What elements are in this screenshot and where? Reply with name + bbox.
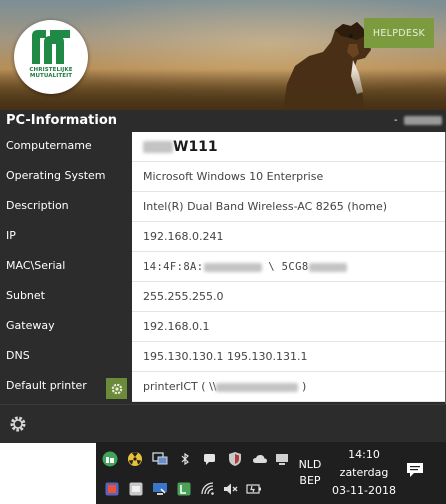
serial-prefix: \ 5CG8 xyxy=(261,261,309,273)
value-ip[interactable]: 192.168.0.241 xyxy=(132,222,445,252)
user-prefix: - xyxy=(394,115,398,126)
network-tray-icon[interactable] xyxy=(274,451,290,467)
label-gateway: Gateway xyxy=(0,312,132,342)
radiation-tray-icon[interactable] xyxy=(127,451,143,467)
action-center-button[interactable] xyxy=(406,462,424,482)
input-language[interactable]: NLD BEP xyxy=(295,457,325,489)
banner: CHRISTELIJKE MUTUALITEIT HELPDESK xyxy=(0,0,446,110)
value-description[interactable]: Intel(R) Dual Band Wireless-AC 8265 (hom… xyxy=(132,192,445,222)
pc-information-window: CHRISTELIJKE MUTUALITEIT HELPDESK PC-Inf… xyxy=(0,0,446,443)
row-description: Description Intel(R) Dual Band Wireless-… xyxy=(0,192,446,222)
notification-icon xyxy=(407,463,423,477)
printer-suffix: ) xyxy=(298,380,307,393)
cm-app-tray-icon[interactable] xyxy=(102,451,118,467)
row-mac-serial: MAC\Serial 14:4F:8A: \ 5CG8 xyxy=(0,252,446,282)
row-operating-system: Operating System Microsoft Windows 10 En… xyxy=(0,162,446,192)
value-gateway[interactable]: 192.168.0.1 xyxy=(132,312,445,342)
language-code: NLD xyxy=(298,458,322,471)
value-subnet[interactable]: 255.255.255.0 xyxy=(132,282,445,312)
cloud-tray-icon[interactable] xyxy=(252,451,268,467)
value-computername[interactable]: W111 xyxy=(132,132,445,162)
bluetooth-tray-icon[interactable] xyxy=(177,451,193,467)
row-gateway: Gateway 192.168.0.1 xyxy=(0,312,446,342)
value-mac-serial[interactable]: 14:4F:8A: \ 5CG8 xyxy=(132,252,445,282)
info-table: Computername W111 Operating System Micro… xyxy=(0,132,446,402)
display-tray-icon[interactable] xyxy=(152,481,168,497)
label-description: Description xyxy=(0,192,132,222)
label-dns: DNS xyxy=(0,342,132,372)
shield-tray-icon[interactable] xyxy=(227,451,243,467)
taskbar-clock[interactable]: 14:10 zaterdag 03-11-2018 xyxy=(330,446,398,500)
volume-muted-icon[interactable] xyxy=(222,481,238,497)
info-header: PC-Information - xyxy=(0,110,446,132)
battery-charging-icon[interactable] xyxy=(246,481,262,497)
computername-suffix: W111 xyxy=(173,139,218,155)
app-tray-icon-2[interactable] xyxy=(128,481,144,497)
mac-prefix: 14:4F:8A: xyxy=(143,261,204,273)
label-computername: Computername xyxy=(0,132,132,162)
row-ip: IP 192.168.0.241 xyxy=(0,222,446,252)
redacted-printer-path xyxy=(216,382,299,392)
user-label: - xyxy=(394,115,442,126)
gear-icon xyxy=(111,383,122,394)
taskbar: NLD BEP 14:10 zaterdag 03-11-2018 xyxy=(96,442,446,504)
chat-tray-icon[interactable] xyxy=(202,451,218,467)
value-operating-system[interactable]: Microsoft Windows 10 Enterprise xyxy=(132,162,445,192)
printer-settings-button[interactable] xyxy=(106,378,127,399)
clock-date: 03-11-2018 xyxy=(332,484,396,497)
label-ip: IP xyxy=(0,222,132,252)
label-operating-system: Operating System xyxy=(0,162,132,192)
row-dns: DNS 195.130.130.1 195.130.131.1 xyxy=(0,342,446,372)
label-subnet: Subnet xyxy=(0,282,132,312)
row-default-printer: Default printer printerICT ( \\ ) xyxy=(0,372,446,402)
redacted-username xyxy=(403,115,442,125)
settings-gear-icon[interactable] xyxy=(8,414,28,434)
helpdesk-button[interactable]: HELPDESK xyxy=(364,18,434,48)
wifi-tray-icon[interactable] xyxy=(200,481,216,497)
remote-desktop-tray-icon[interactable] xyxy=(152,451,168,467)
clock-time: 14:10 xyxy=(348,448,380,461)
clock-day: zaterdag xyxy=(339,466,389,479)
page-title: PC-Information xyxy=(6,113,118,128)
redacted-mac xyxy=(203,262,262,272)
redacted-computername-prefix xyxy=(143,141,173,153)
green-app-tray-icon[interactable] xyxy=(176,481,192,497)
window-footer xyxy=(0,404,446,443)
value-default-printer[interactable]: printerICT ( \\ ) xyxy=(132,372,445,402)
cm-logo-text: CHRISTELIJKE MUTUALITEIT xyxy=(29,67,73,79)
redacted-serial xyxy=(308,262,347,272)
app-tray-icon-1[interactable] xyxy=(104,481,120,497)
row-computername: Computername W111 xyxy=(0,132,446,162)
printer-prefix: printerICT ( \\ xyxy=(143,380,217,393)
row-subnet: Subnet 255.255.255.0 xyxy=(0,282,446,312)
cm-logo-mark-icon xyxy=(32,30,70,64)
label-mac-serial: MAC\Serial xyxy=(0,252,132,282)
keyboard-layout: BEP xyxy=(299,474,321,487)
cm-logo: CHRISTELIJKE MUTUALITEIT xyxy=(14,20,88,94)
value-dns[interactable]: 195.130.130.1 195.130.131.1 xyxy=(132,342,445,372)
